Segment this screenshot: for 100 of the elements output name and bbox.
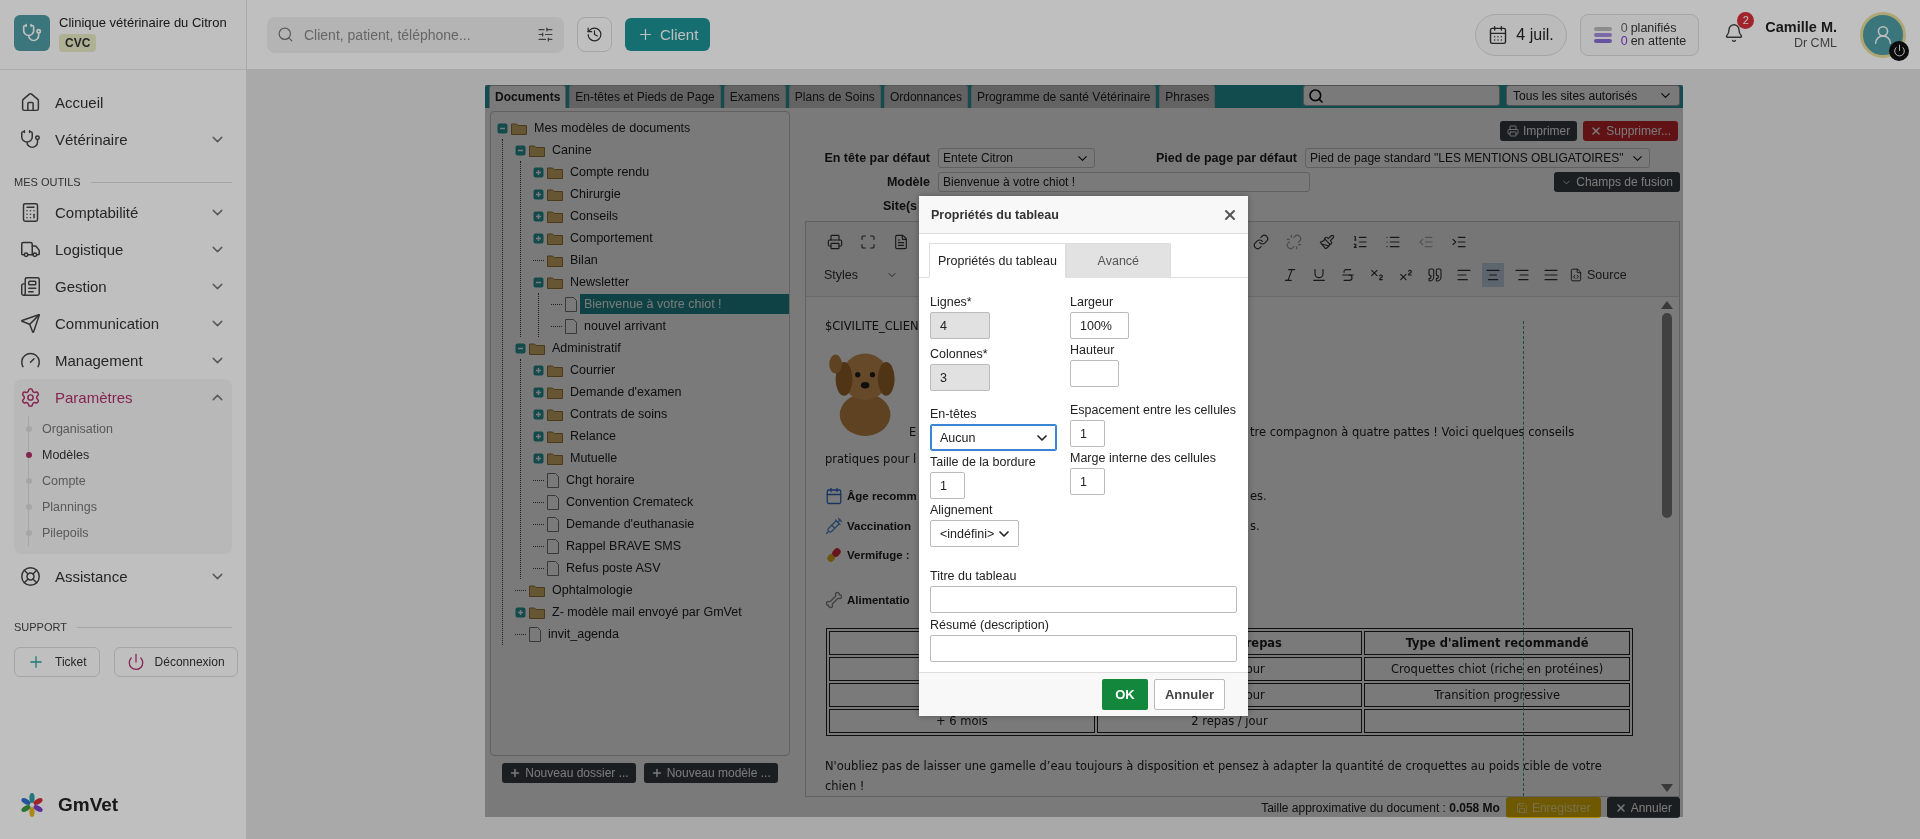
expand-toggle-icon[interactable] [533,364,544,376]
nav-item[interactable]: Gestion [0,268,246,305]
input-field[interactable] [930,586,1237,613]
subnav-item[interactable]: Modèles [42,448,90,462]
tree-item[interactable]: Bilan [566,250,602,270]
tab[interactable]: Programme de santé Vétérinaire [970,85,1157,108]
search-input[interactable]: Client, patient, téléphone... [302,25,529,44]
tab[interactable]: Documents [489,85,567,108]
nav-item[interactable]: Paramètres [14,379,232,416]
input-field[interactable]: 1 [1070,468,1105,495]
new-folder-button[interactable]: Nouveau dossier ... [502,763,636,783]
input-field[interactable]: Bienvenue à votre chiot ! [938,172,1310,192]
scroll-up-icon[interactable] [1661,301,1673,309]
tree-item[interactable]: Convention Cremateck [562,492,698,512]
folder-icon [547,407,563,421]
new-client-button[interactable]: Client [625,18,711,51]
nav-item[interactable]: Comptabilité [0,194,246,231]
tree-item[interactable]: Canine [548,140,596,160]
tree-item[interactable]: Ophtalmologie [548,580,637,600]
expand-toggle-icon[interactable] [533,386,544,398]
print-button[interactable]: Imprimer [1499,121,1578,141]
cancel-button[interactable]: Annuler [1606,797,1680,818]
tree-item[interactable]: Relance [566,426,620,446]
nav-item[interactable]: Communication [0,305,246,342]
ticket-button[interactable]: Ticket [14,647,100,677]
scroll-down-icon[interactable] [1661,784,1673,792]
expand-toggle-icon[interactable] [533,188,544,200]
search-field[interactable]: Client, patient, téléphone... [267,16,564,53]
tab[interactable]: Propriétés du tableau [929,243,1066,278]
tree-item[interactable]: Rappel BRAVE SMS [562,536,686,556]
scrollbar-thumb[interactable] [1662,313,1672,518]
collapse-toggle-icon[interactable] [497,122,508,134]
input-field[interactable] [1070,360,1119,387]
expand-toggle-icon[interactable] [533,430,544,442]
tree-item[interactable]: Chirurgie [566,184,625,204]
header-select[interactable]: Entete Citron [938,148,1095,168]
tree-item[interactable]: Refus poste ASV [562,558,665,578]
tree-item[interactable]: Chgt horaire [562,470,639,490]
nav-item[interactable]: Management [0,342,246,379]
tree-item[interactable]: Bienvenue à votre chiot ! [580,294,789,314]
alignment-button[interactable] [1482,263,1504,287]
input-field[interactable]: 1 [930,472,965,499]
search-field[interactable] [1303,85,1501,106]
nav-item[interactable]: Assistance [0,558,246,595]
tab[interactable]: Plans de Soins [788,85,881,108]
nav-item[interactable]: Accueil [0,84,246,121]
expand-toggle-icon[interactable] [533,452,544,464]
tree-item[interactable]: Administratif [548,338,625,358]
tree-item[interactable]: Courrier [566,360,620,380]
tree-item[interactable]: Compte rendu [566,162,654,182]
collapse-toggle-icon[interactable] [515,144,526,156]
tree-item[interactable]: Demande d'euthanasie [562,514,699,534]
expand-toggle-icon[interactable] [515,606,526,618]
logout-button[interactable]: Déconnexion [113,647,238,677]
tree-item[interactable]: Contrats de soins [566,404,672,424]
footer-select[interactable]: Pied de page standard "LES MENTIONS OBLIGATOIRES" [1305,148,1650,168]
tab[interactable]: Examens [723,85,786,108]
ok-button[interactable]: OK [1102,679,1148,710]
tree-item[interactable]: Mes modèles de documents [530,118,695,138]
tree-item[interactable]: Mutuelle [566,448,622,468]
input-field[interactable] [930,635,1237,662]
tree-item[interactable]: Comportement [566,228,657,248]
tree-item[interactable]: Demande d'examen [566,382,686,402]
nav-item[interactable]: Logistique [0,231,246,268]
input-field[interactable]: 1 [1070,420,1105,447]
subnav-item[interactable]: Organisation [42,422,113,436]
tab[interactable]: Phrases [1159,85,1216,108]
collapse-toggle-icon[interactable] [533,276,544,288]
planning-pill[interactable]: 0 planifiés 0 en attente [1579,13,1700,56]
tree-item[interactable]: Z- modèle mail envoyé par GmVet [548,602,746,622]
date-pill[interactable]: 4 juil. [1475,13,1567,56]
tree-item[interactable]: Conseils [566,206,622,226]
expand-toggle-icon[interactable] [533,166,544,178]
collapse-toggle-icon[interactable] [515,342,526,354]
cancel-button[interactable]: Annuler [1154,679,1225,710]
source-button[interactable]: Source [1569,268,1627,282]
subnav-item[interactable]: Plannings [42,500,97,514]
subnav-item[interactable]: Compte [42,474,86,488]
select-field[interactable]: <indéfini> [930,520,1019,547]
merge-fields-button[interactable]: Champs de fusion [1554,172,1680,192]
styles-dropdown[interactable]: Styles [824,268,924,282]
input-field[interactable]: 100% [1070,312,1129,339]
power-badge[interactable] [1889,40,1909,61]
avatar[interactable] [1860,11,1906,58]
tree-item[interactable]: invit_agenda [544,624,623,644]
expand-toggle-icon[interactable] [533,408,544,420]
delete-button[interactable]: Supprimer... [1583,121,1678,141]
subnav-item[interactable]: Pilepoils [42,526,89,540]
tree-item[interactable]: nouvel arrivant [580,316,670,336]
expand-toggle-icon[interactable] [533,232,544,244]
expand-toggle-icon[interactable] [533,210,544,222]
tab[interactable]: En-têtes et Pieds de Page [569,85,721,108]
site-select[interactable]: Tous les sites autorisés [1506,85,1680,106]
tab[interactable]: Ordonnances [883,85,968,108]
tab[interactable]: Avancé [1065,243,1171,278]
history-button[interactable] [577,17,612,52]
select-field[interactable]: Aucun [930,424,1057,451]
new-template-button[interactable]: Nouveau modèle ... [643,763,778,783]
tree-item[interactable]: Newsletter [566,272,634,292]
nav-item[interactable]: Vétérinaire [0,121,246,158]
